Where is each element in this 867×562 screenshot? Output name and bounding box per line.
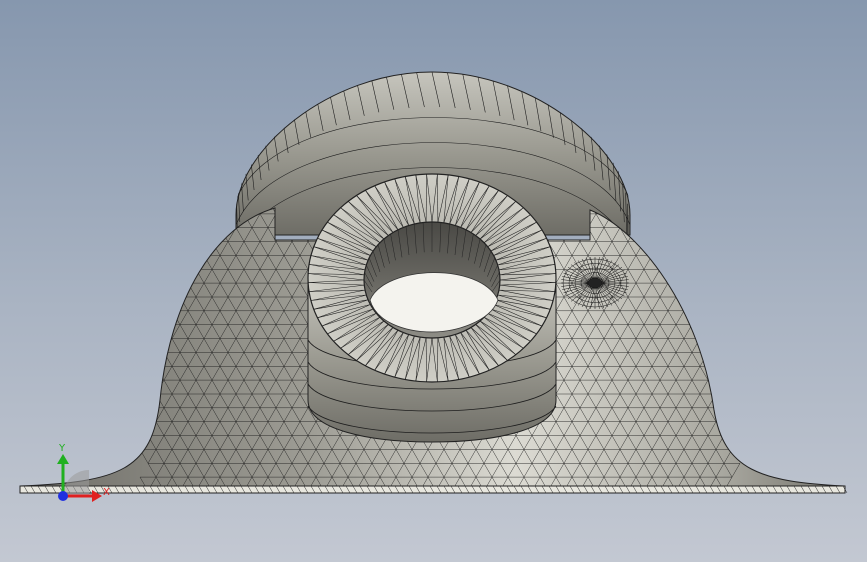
y-axis-label: Y — [58, 443, 66, 454]
coordinate-triad: Y X — [57, 443, 110, 502]
3d-viewport[interactable]: Y X — [0, 0, 867, 562]
mesh-model[interactable] — [0, 0, 867, 562]
x-axis-label: X — [103, 487, 110, 498]
bearing-boss — [307, 173, 557, 443]
y-axis-arrowhead — [57, 454, 69, 464]
x-axis-arrowhead — [92, 490, 102, 502]
base-flange — [19, 485, 848, 494]
z-axis-dot — [58, 491, 68, 501]
triad-quarter-disc — [63, 470, 89, 496]
